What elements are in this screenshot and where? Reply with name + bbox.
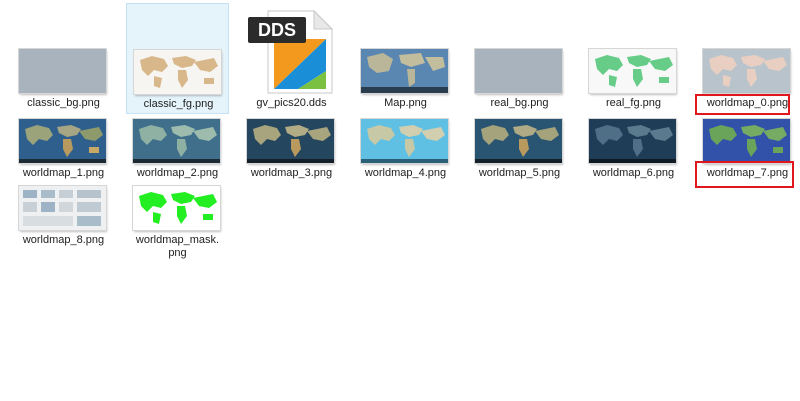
file-name: worldmap_7.png [706,167,789,179]
file-classic-bg[interactable]: classic_bg.png [12,40,115,115]
thumbnail [133,186,220,230]
file-real-bg[interactable]: real_bg.png [468,40,571,115]
file-name: worldmap_mask. png [135,234,220,259]
file-classic-fg[interactable]: classic_fg.png [126,3,229,114]
file-worldmap-8[interactable]: worldmap_8.png [12,177,115,252]
thumbnail [703,49,790,93]
thumbnail [134,50,221,94]
file-map[interactable]: Map.png [354,40,457,115]
file-name: worldmap_8.png [22,234,105,246]
file-worldmap-1[interactable]: worldmap_1.png [12,110,115,185]
file-worldmap-mask[interactable]: worldmap_mask. png [126,177,229,267]
thumbnail [475,119,562,163]
file-worldmap-3[interactable]: worldmap_3.png [240,110,343,185]
thumbnail [247,119,334,163]
thumbnail [361,119,448,163]
file-worldmap-4[interactable]: worldmap_4.png [354,110,457,185]
file-name: Map.png [384,97,427,109]
file-name: real_bg.png [490,97,549,109]
thumbnail [589,119,676,163]
dds-file-icon: DDS [246,9,336,95]
file-worldmap-0[interactable]: worldmap_0.png [696,40,799,115]
file-name: worldmap_0.png [706,97,789,109]
file-worldmap-6[interactable]: worldmap_6.png [582,110,685,185]
thumbnail [19,119,106,163]
file-name: worldmap_6.png [592,167,675,179]
file-name: classic_bg.png [27,97,100,109]
thumbnail [589,49,676,93]
file-real-fg[interactable]: real_fg.png [582,40,685,115]
dds-badge: DDS [257,20,296,40]
thumbnail [19,186,106,230]
file-name: worldmap_4.png [364,167,447,179]
file-worldmap-5[interactable]: worldmap_5.png [468,110,571,185]
file-worldmap-7[interactable]: worldmap_7.png [696,110,799,185]
thumbnail [475,49,562,93]
thumbnail [133,119,220,163]
file-worldmap-2[interactable]: worldmap_2.png [126,110,229,185]
file-name: worldmap_5.png [478,167,561,179]
file-name: worldmap_3.png [250,167,333,179]
file-gv-pics20-dds[interactable]: DDS gv_pics20.dds [240,3,343,114]
thumbnail [19,49,106,93]
file-name: real_fg.png [605,97,662,109]
thumbnail [361,49,448,93]
file-name: gv_pics20.dds [256,97,327,109]
thumbnail [703,119,790,163]
